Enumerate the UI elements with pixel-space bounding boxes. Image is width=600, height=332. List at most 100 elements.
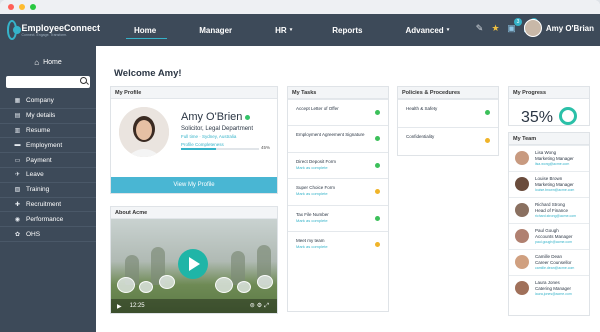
member-name: Paul Gough xyxy=(535,228,559,233)
user-menu[interactable]: Amy O'Brian xyxy=(523,19,594,37)
about-card-title: About Acme xyxy=(111,207,277,219)
member-role: Head of Finance xyxy=(535,208,569,213)
task-mark-complete-link[interactable]: Mark as complete xyxy=(296,218,378,223)
video-time: 12:25 xyxy=(129,303,145,309)
avatar xyxy=(515,255,529,269)
task-item[interactable]: Direct Deposit Form Mark as complete xyxy=(288,151,388,178)
video-settings-icons[interactable]: ⊜⚙⤢ xyxy=(250,302,271,310)
app-logo[interactable]: EmployeeConnect Connect. Engage. Transfo… xyxy=(0,20,100,40)
nav-advanced[interactable]: Advanced ▾ xyxy=(385,14,469,46)
video-player[interactable]: ▶ 12:25 ⊜⚙⤢ xyxy=(111,219,277,313)
policies-card: Policies & Procedures Health & Safety Con… xyxy=(397,86,499,156)
task-mark-complete-link[interactable]: Mark as complete xyxy=(296,165,378,170)
member-email[interactable]: camille.dean@acme.com xyxy=(535,266,574,270)
sidebar-item-leave[interactable]: ✈ Leave xyxy=(0,168,96,183)
profile-card-title: My Profile xyxy=(111,87,277,99)
profile-role: Solicitor, Legal Department xyxy=(181,126,254,132)
task-item[interactable]: Super Choice Form Mark as complete xyxy=(288,178,388,204)
task-list: Accept Letter of Offer Employment Agreeme… xyxy=(288,99,388,257)
avatar xyxy=(515,281,529,295)
sidebar-item-resume[interactable]: ▥ Resume xyxy=(0,124,96,139)
policy-item[interactable]: Health & Safety xyxy=(398,99,498,127)
task-mark-complete-link[interactable]: Mark as complete xyxy=(296,191,378,196)
maximize-dot[interactable] xyxy=(30,4,36,10)
task-mark-complete-link[interactable]: Mark as complete xyxy=(296,244,378,249)
search-input[interactable] xyxy=(6,76,90,88)
avatar xyxy=(523,19,542,37)
member-role: Catering Manager xyxy=(535,286,572,291)
team-member[interactable]: Louise Brown Marketing Manager louise.brow… xyxy=(509,171,589,197)
task-name: Tax File Number xyxy=(296,211,329,217)
member-name: Richard Strong xyxy=(535,202,566,207)
member-name: Camille Dean xyxy=(535,254,563,259)
top-navigation: EmployeeConnect Connect. Engage. Transfo… xyxy=(0,14,600,46)
task-item[interactable]: Employment Agreement Signature xyxy=(288,125,388,151)
nav-manager[interactable]: Manager xyxy=(179,14,255,46)
profile-completeness-bar xyxy=(181,148,259,150)
sidebar-item-my-details[interactable]: ▤ My details xyxy=(0,109,96,124)
search-icon[interactable] xyxy=(80,77,87,84)
home-icon: ⌂ xyxy=(34,57,40,67)
view-profile-button[interactable]: View My Profile xyxy=(111,177,277,193)
policy-list: Health & Safety Confidentiality xyxy=(398,99,498,155)
nav-reports[interactable]: Reports xyxy=(312,14,385,46)
main-content: Welcome Amy! My Profile Amy O'Brien Soli… xyxy=(96,46,600,332)
team-member[interactable]: Laura Jones Catering Manager laura.jones@a… xyxy=(509,275,589,301)
sidebar-item-ohs[interactable]: ✿ OHS xyxy=(0,227,96,242)
task-item[interactable]: Tax File Number Mark as complete xyxy=(288,204,388,231)
play-icon[interactable]: ▶ xyxy=(117,303,122,310)
star-icon[interactable]: ★ xyxy=(489,22,502,35)
profile-completeness-label: Profile Completeness xyxy=(181,142,224,147)
sidebar-item-company[interactable]: ▦ Company xyxy=(0,94,96,109)
plane-icon: ✈ xyxy=(14,172,21,179)
nav-home[interactable]: Home xyxy=(114,14,179,46)
sidebar-item-training[interactable]: ▧ Training xyxy=(0,183,96,198)
app-tagline: Connect. Engage. Transform. xyxy=(21,33,68,37)
policies-card-title: Policies & Procedures xyxy=(398,87,498,99)
team-member[interactable]: Camille Dean Career Counsellor camille.dea… xyxy=(509,249,589,275)
logo-icon xyxy=(7,20,22,40)
task-name: Super Choice Form xyxy=(296,185,336,191)
sidebar-item-employment[interactable]: ▬ Employment xyxy=(0,138,96,154)
card-icon: ▭ xyxy=(14,157,21,164)
member-email[interactable]: louise.brown@acme.com xyxy=(535,188,574,192)
play-button[interactable] xyxy=(178,249,208,279)
sidebar-item-performance[interactable]: ◉ Performance xyxy=(0,212,96,228)
close-dot[interactable] xyxy=(8,4,14,10)
messages-icon[interactable]: ▣ 3 xyxy=(505,18,522,35)
avatar xyxy=(515,151,529,165)
task-item[interactable]: Accept Letter of Offer xyxy=(288,99,388,125)
team-card-title: My Team xyxy=(509,133,589,145)
avatar xyxy=(515,203,529,217)
sidebar-item-recruitment[interactable]: ✚ Recruitment xyxy=(0,198,96,213)
policy-name: Health & Safety xyxy=(406,106,438,111)
member-email[interactable]: lisa.wong@acme.com xyxy=(535,162,569,166)
member-role: Accounts Manager xyxy=(535,234,573,239)
member-name: Laura Jones xyxy=(535,280,560,285)
team-member[interactable]: Lisa Wong Marketing Manager lisa.wong@acme… xyxy=(509,145,589,171)
task-item[interactable]: Meet my team Mark as complete xyxy=(288,230,388,257)
pencil-icon[interactable]: ✎ xyxy=(473,22,486,35)
avatar xyxy=(515,177,529,191)
task-name: Direct Deposit Form xyxy=(296,158,337,164)
member-email[interactable]: richard.strong@acme.com xyxy=(535,214,576,218)
nav-hr[interactable]: HR ▾ xyxy=(255,14,312,46)
team-card: My Team Lisa Wong Marketing Manager lisa.w… xyxy=(508,132,590,316)
team-member[interactable]: Paul Gough Accounts Manager paul.gough@acm… xyxy=(509,223,589,249)
progress-card-title: My Progress xyxy=(509,87,589,99)
video-controls: ▶ 12:25 ⊜⚙⤢ xyxy=(111,299,277,313)
profile-location: Full time · Sydney, Australia xyxy=(181,134,237,139)
member-name: Louise Brown xyxy=(535,176,563,181)
profile-card: My Profile Amy O'Brien Solicitor, Legal … xyxy=(110,86,278,194)
policy-item[interactable]: Confidentiality xyxy=(398,127,498,155)
tasks-card: My Tasks Accept Letter of Offer Employmen… xyxy=(287,86,389,312)
app-name: EmployeeConnect xyxy=(21,23,100,33)
sidebar-home[interactable]: ⌂ Home xyxy=(0,52,96,72)
minimize-dot[interactable] xyxy=(19,4,25,10)
team-member[interactable]: Richard Strong Head of Finance richard.str… xyxy=(509,197,589,223)
member-email[interactable]: paul.gough@acme.com xyxy=(535,240,572,244)
sidebar-item-payment[interactable]: ▭ Payment xyxy=(0,153,96,168)
task-name: Employment Agreement Signature xyxy=(296,132,365,138)
avatar xyxy=(515,229,529,243)
member-email[interactable]: laura.jones@acme.com xyxy=(535,292,572,296)
